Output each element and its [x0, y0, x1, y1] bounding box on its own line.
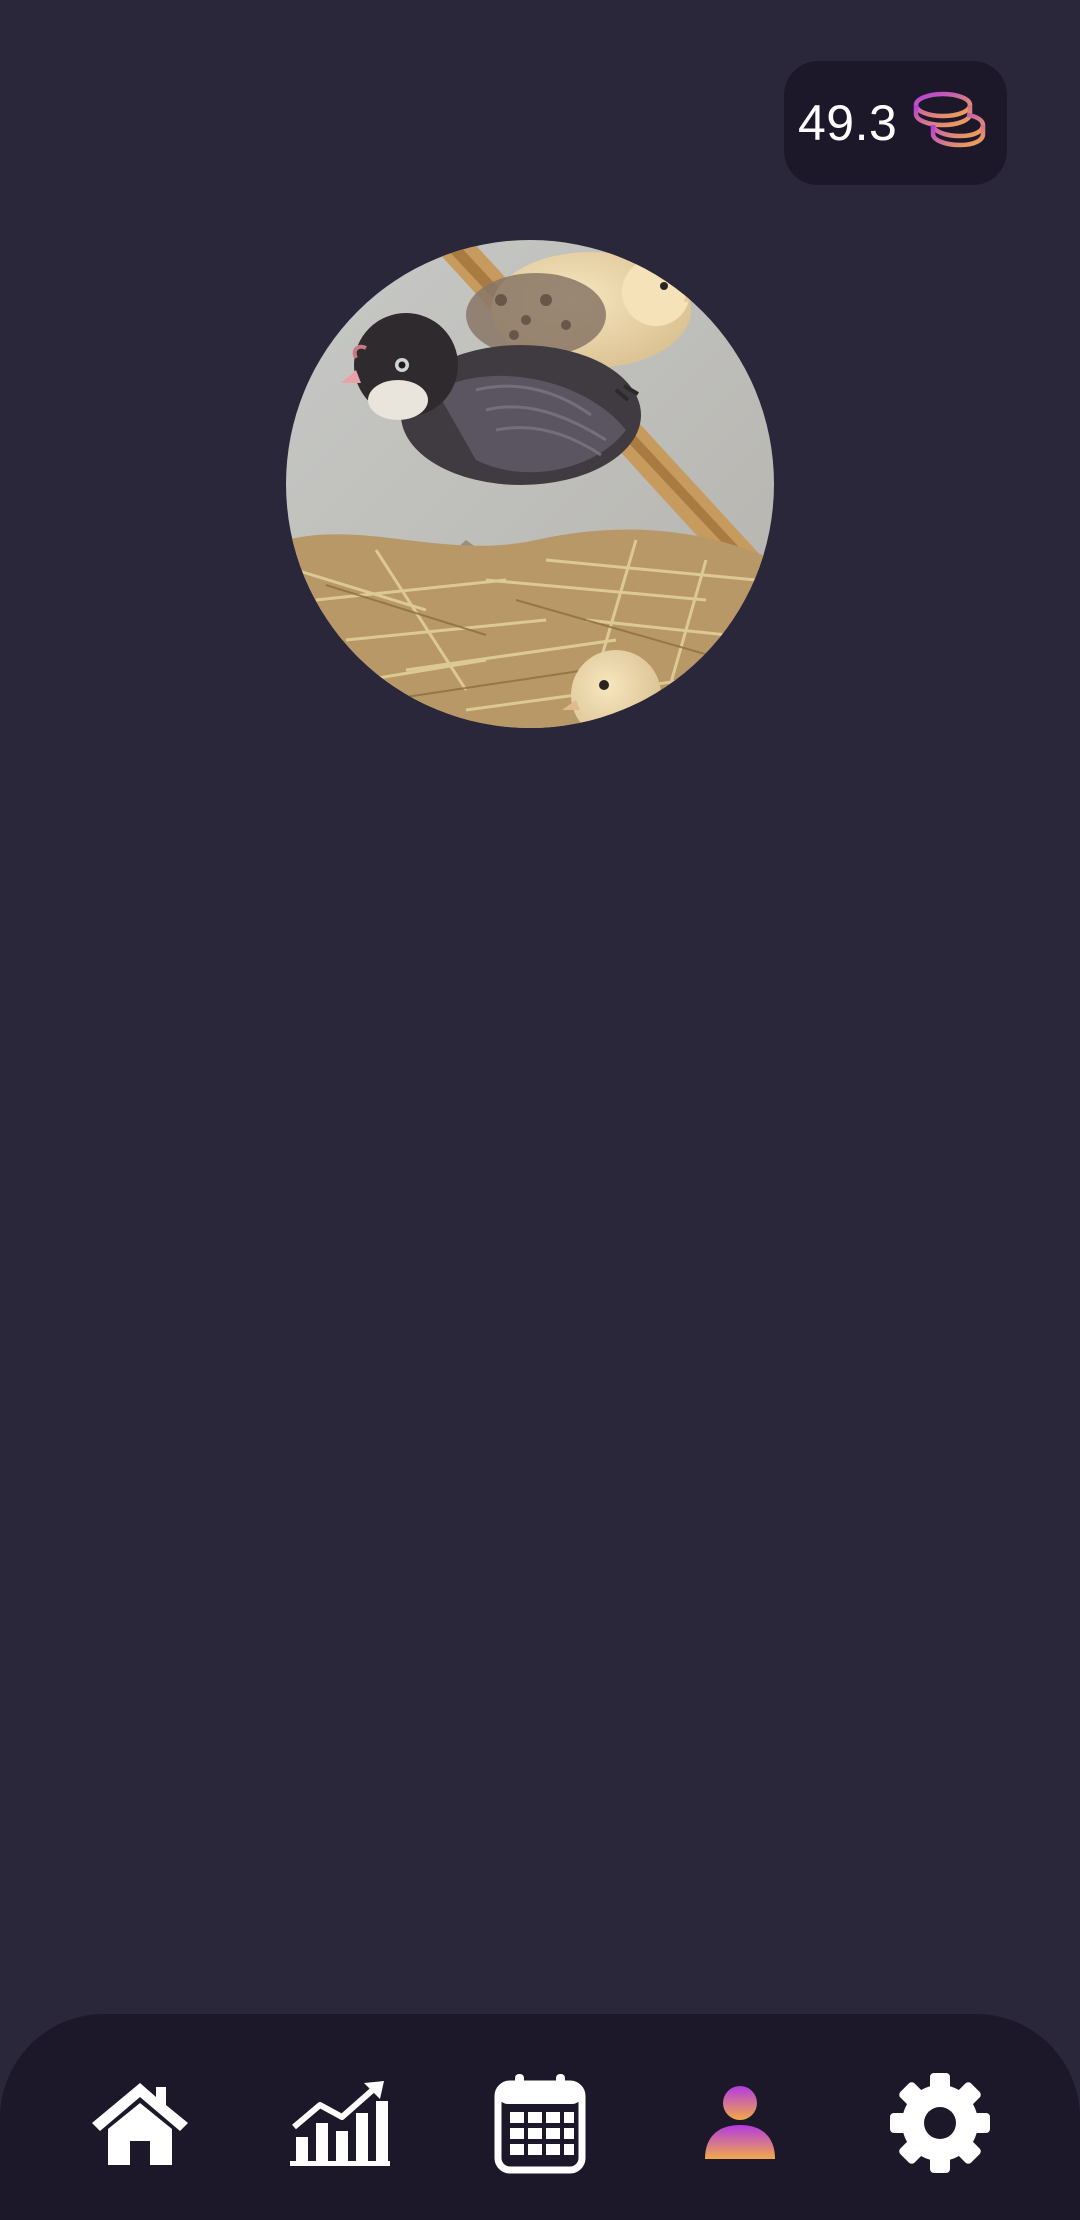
profile-screen: 49.3 [0, 0, 1080, 2220]
home-icon [92, 2083, 188, 2165]
gear-icon [890, 2073, 990, 2173]
nav-home[interactable] [85, 2068, 195, 2178]
coins-icon [914, 91, 986, 148]
bottom-nav [0, 2014, 1080, 2220]
balance-chip[interactable]: 49.3 [784, 61, 1007, 185]
profile-icon [705, 2086, 775, 2159]
nav-profile[interactable] [685, 2068, 795, 2178]
nav-calendar[interactable] [485, 2068, 595, 2178]
chart-icon [290, 2081, 390, 2166]
nav-settings[interactable] [885, 2068, 995, 2178]
chick-photo-avatar [286, 240, 774, 728]
calendar-icon [494, 2074, 586, 2174]
balance-value: 49.3 [798, 95, 898, 151]
nav-stats[interactable] [285, 2068, 395, 2178]
profile-avatar[interactable] [286, 240, 774, 728]
